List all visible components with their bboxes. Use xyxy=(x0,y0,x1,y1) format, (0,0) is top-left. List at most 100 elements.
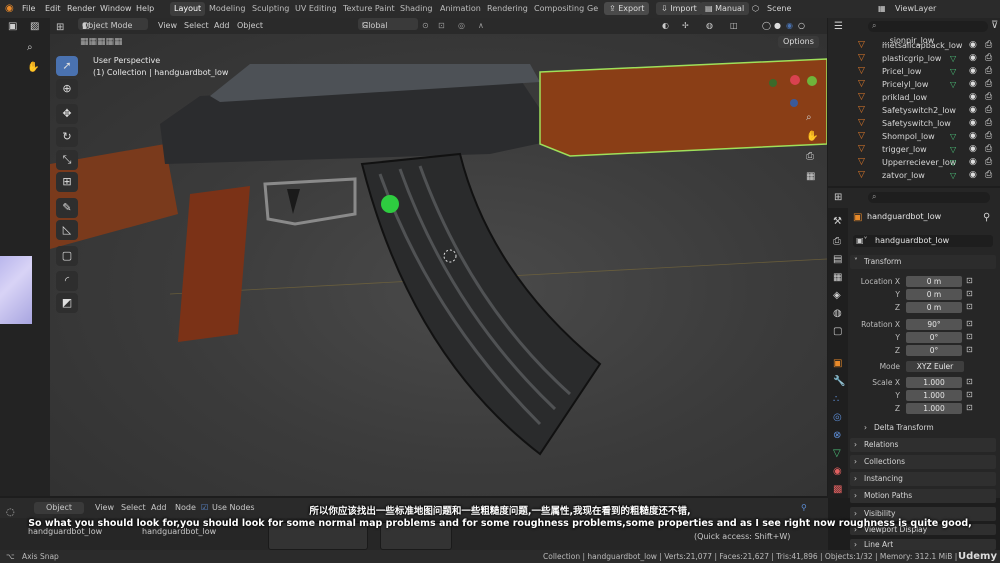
material-tab-icon[interactable]: ◉ xyxy=(833,466,842,477)
transform-tool[interactable]: ⊞ xyxy=(56,172,78,192)
export-button[interactable]: ⇪ Export xyxy=(604,2,650,15)
shading-wireframe-icon[interactable]: ◯ xyxy=(762,18,771,34)
filter-icon[interactable]: ⊽ xyxy=(991,20,998,31)
output-tab-icon[interactable]: ▤ xyxy=(833,254,842,265)
measure-tool[interactable]: ◺ xyxy=(56,220,78,240)
modifier-tab-icon[interactable]: 🔧 xyxy=(833,376,845,387)
menu-edit[interactable]: Edit xyxy=(45,0,61,18)
camera-icon[interactable]: ⎙ xyxy=(985,156,992,169)
world-tab-icon[interactable]: ◍ xyxy=(833,308,842,319)
select-box-tool[interactable]: ➚ xyxy=(56,56,78,76)
outliner-item-plasticgrip[interactable]: ▽ plasticgrip_low ▽ ◉ ⎙ xyxy=(828,52,1000,65)
rotate-tool[interactable]: ↻ xyxy=(56,127,78,147)
collections-panel[interactable]: › Collections xyxy=(850,455,996,469)
eye-icon[interactable]: ◉ xyxy=(969,143,977,156)
rotation-z-field[interactable]: 0° xyxy=(906,345,962,356)
camera-icon[interactable]: ⎙ xyxy=(985,130,992,143)
hand-icon[interactable]: ✋ xyxy=(27,62,39,73)
menu-render[interactable]: Render xyxy=(67,0,95,18)
camera-icon[interactable]: ⎙ xyxy=(985,143,992,156)
falloff-icon[interactable]: ∧ xyxy=(478,18,484,34)
visibility-icon[interactable]: ◐ xyxy=(662,18,669,34)
eye-icon[interactable]: ◉ xyxy=(969,130,977,143)
outliner-item-pricel[interactable]: ▽ Pricel_low ▽ ◉ ⎙ xyxy=(828,65,1000,78)
overlay-icon[interactable]: ◍ xyxy=(706,18,713,34)
camera-icon[interactable]: ⎙ xyxy=(985,117,992,130)
location-z-field[interactable]: 0 m xyxy=(906,302,962,313)
options-dropdown[interactable]: Options xyxy=(778,36,819,48)
lock-icon[interactable]: ⊡ xyxy=(966,332,973,341)
menu-window[interactable]: Window xyxy=(100,0,132,18)
viewlayer-icon[interactable]: ▦ xyxy=(878,0,886,18)
instancing-panel[interactable]: › Instancing xyxy=(850,472,996,486)
tab-shading[interactable]: Shading xyxy=(396,2,437,16)
add-cube-tool[interactable]: ▢ xyxy=(56,246,78,266)
constraints-tab-icon[interactable]: ⊗ xyxy=(833,430,841,441)
scale-z-field[interactable]: 1.000 xyxy=(906,403,962,414)
render-tab-icon[interactable]: ⎙ xyxy=(833,236,841,247)
orientation-dropdown[interactable]: ⤧ Global xyxy=(358,18,418,30)
tab-compositing[interactable]: Compositing xyxy=(530,2,588,16)
shading-material-icon[interactable]: ◉ xyxy=(786,18,793,34)
import-button[interactable]: ⇩ Import xyxy=(656,2,702,15)
grid-icon[interactable]: ▦ xyxy=(806,171,815,182)
gizmo-icon[interactable]: ✢ xyxy=(682,18,689,34)
lock-icon[interactable]: ⊡ xyxy=(966,377,973,386)
tab-layout[interactable]: Layout xyxy=(170,2,206,16)
object-name-field[interactable]: ▣˅ handguardbot_low xyxy=(853,235,993,247)
camera-icon[interactable]: ⎙ xyxy=(985,169,992,182)
eye-icon[interactable]: ◉ xyxy=(969,91,977,104)
snap-icon[interactable]: ⊡ xyxy=(438,18,445,34)
location-y-field[interactable]: 0 m xyxy=(906,289,962,300)
lock-icon[interactable]: ⊡ xyxy=(966,276,973,285)
rotation-mode-dropdown[interactable]: XYZ Euler xyxy=(906,361,964,372)
data-tab-icon[interactable]: ▽ xyxy=(833,448,841,459)
outliner-item-upperreciever[interactable]: ▽ Upperreciever_low ▽ ◉ ⎙ xyxy=(828,156,1000,169)
lock-icon[interactable]: ⊡ xyxy=(966,302,973,311)
mode-dropdown[interactable]: ◧ Object Mode xyxy=(78,18,148,30)
outliner-item-pricelyl[interactable]: ▽ Pricelyl_low ▽ ◉ ⎙ xyxy=(828,78,1000,91)
hand-icon[interactable]: ✋ xyxy=(806,131,818,142)
eye-icon[interactable]: ◉ xyxy=(969,156,977,169)
lock-icon[interactable]: ⊡ xyxy=(966,289,973,298)
scene-tab-icon[interactable]: ◈ xyxy=(833,290,841,301)
eye-icon[interactable]: ◉ xyxy=(969,65,977,78)
tab-sculpting[interactable]: Sculpting xyxy=(248,2,293,16)
eye-icon[interactable]: ◉ xyxy=(969,78,977,91)
proportional-edit-icon[interactable]: ◎ xyxy=(458,18,465,34)
shading-solid-icon[interactable]: ● xyxy=(774,18,781,34)
outliner-editor-icon[interactable]: ☰ xyxy=(834,21,843,32)
physics-tab-icon[interactable]: ◎ xyxy=(833,412,842,423)
zoom-icon[interactable]: ⌕ xyxy=(806,112,812,123)
menu-object[interactable]: Object xyxy=(237,18,263,34)
scene-name[interactable]: Scene xyxy=(767,0,791,18)
viewlayer-name[interactable]: ViewLayer xyxy=(895,0,936,18)
outliner-item-priklad[interactable]: ▽ priklad_low ◉ ⎙ xyxy=(828,91,1000,104)
extra-tool-2[interactable]: ◩ xyxy=(56,293,78,313)
location-x-field[interactable]: 0 m xyxy=(906,276,962,287)
delta-transform-panel[interactable]: › Delta Transform xyxy=(860,421,996,435)
properties-search-input[interactable]: ⌕ xyxy=(868,192,990,203)
ak47-model[interactable] xyxy=(50,34,827,496)
pin-icon[interactable]: ⚲ xyxy=(983,212,990,223)
annotate-tool[interactable]: ✎ xyxy=(56,198,78,218)
cursor-tool[interactable]: ⊕ xyxy=(56,79,78,99)
zoom-icon[interactable]: ⌕ xyxy=(27,42,33,53)
particles-tab-icon[interactable]: ∴ xyxy=(833,394,839,405)
transform-panel-header[interactable]: ˅ Transform xyxy=(850,255,996,269)
image-icon[interactable]: ▨ xyxy=(30,21,39,32)
camera-icon[interactable]: ⎙ xyxy=(985,39,992,52)
eye-icon[interactable]: ◉ xyxy=(969,39,977,52)
eye-icon[interactable]: ◉ xyxy=(969,52,977,65)
outliner-item-safetyswitch2[interactable]: ▽ Safetyswitch2_low ◉ ⎙ xyxy=(828,104,1000,117)
camera-icon[interactable]: ⎙ xyxy=(985,52,992,65)
xray-icon[interactable]: ◫ xyxy=(730,18,738,34)
tab-texture-paint[interactable]: Texture Paint xyxy=(339,2,399,16)
eye-icon[interactable]: ◉ xyxy=(969,169,977,182)
camera-icon[interactable]: ⎙ xyxy=(985,104,992,117)
outliner-item-shompol[interactable]: ▽ Shompol_low ▽ ◉ ⎙ xyxy=(828,130,1000,143)
motion-paths-panel[interactable]: › Motion Paths xyxy=(850,489,996,503)
lock-icon[interactable]: ⊡ xyxy=(966,345,973,354)
outliner-item-metsallcapback[interactable]: ▽ metsallcapback_low ◉ ⎙ xyxy=(828,39,1000,52)
outliner-item-trigger[interactable]: ▽ trigger_low ▽ ◉ ⎙ xyxy=(828,143,1000,156)
